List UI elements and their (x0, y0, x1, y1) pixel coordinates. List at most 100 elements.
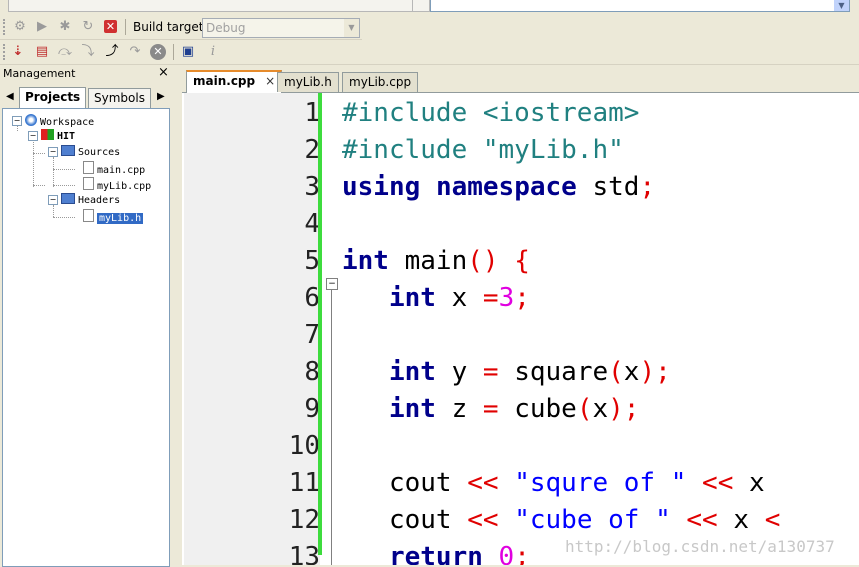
management-title: Management (3, 67, 76, 80)
build-target-value: Debug (206, 21, 246, 35)
code-token: << (702, 468, 734, 498)
code-line: cout << "cube of " << x < (342, 505, 781, 535)
tree-line (53, 169, 75, 170)
tree-node-label: myLib.cpp (97, 181, 152, 192)
code-editor[interactable]: 1 2 3 4 5 6 7 8 9 10 11 12 13 − #include… (182, 93, 859, 565)
line-number: 1 (304, 98, 320, 128)
code-token: = (482, 283, 499, 313)
line-number: 12 (288, 505, 320, 535)
top-dropdown-small[interactable] (412, 0, 430, 12)
build-toolbar: ⚙ ▶ ✱ ↻ ✕ Build target: Debug ▼ (0, 15, 362, 40)
tree-node-file-selected[interactable]: myLib.h (83, 209, 144, 225)
next-line-icon[interactable]: ⤼ (57, 44, 73, 60)
editor-tabs: main.cpp × myLib.h myLib.cpp (182, 70, 859, 94)
collapse-toggle[interactable]: − (28, 131, 38, 141)
chevron-down-icon[interactable]: ▼ (834, 0, 849, 11)
collapse-toggle[interactable]: − (12, 116, 22, 126)
tree-node-project[interactable]: HIT (41, 129, 75, 143)
folder-icon (61, 145, 75, 156)
project-tree: − Workspace − HIT − Sources main.cpp myL… (2, 108, 170, 567)
code-token: = (482, 394, 499, 424)
step-out-icon[interactable]: ⤴ (104, 44, 120, 60)
collapse-toggle[interactable]: − (48, 195, 58, 205)
line-number: 6 (304, 283, 320, 313)
chevron-down-icon[interactable]: ▼ (344, 19, 359, 37)
top-toolbar-strip: ▼ (0, 0, 859, 14)
file-icon (83, 161, 94, 174)
line-number: 11 (288, 468, 320, 498)
code-line: int z = cube(x); (388, 394, 640, 424)
change-bar (318, 93, 322, 555)
collapse-toggle[interactable]: − (48, 147, 58, 157)
line-number: 13 (288, 542, 320, 565)
top-scroll-field[interactable] (8, 0, 414, 12)
project-icon (41, 129, 54, 140)
top-dropdown-wide[interactable]: ▼ (430, 0, 850, 12)
build-gear-icon[interactable]: ⚙ (12, 19, 28, 35)
tab-main-cpp[interactable]: main.cpp × (186, 70, 283, 94)
build-target-label: Build target: (133, 20, 208, 34)
tree-line (53, 157, 54, 187)
line-number: 5 (304, 246, 320, 276)
line-number: 2 (304, 135, 320, 165)
code-line: int x =3; (388, 283, 530, 313)
close-icon[interactable]: × (158, 65, 169, 80)
rebuild-icon[interactable]: ↻ (80, 19, 96, 35)
code-line: cout << "squre of " << x (342, 468, 765, 498)
tab-symbols[interactable]: Symbols (88, 88, 151, 108)
code-line: int y = square(x); (388, 357, 671, 387)
tab-mylib-h[interactable]: myLib.h (277, 72, 339, 92)
code-token: int (388, 394, 436, 424)
abort-icon[interactable]: ✕ (104, 20, 117, 33)
code-token: () (467, 246, 499, 276)
run-icon[interactable]: ▶ (34, 19, 50, 35)
step-into-icon[interactable]: ⤵ (80, 44, 96, 60)
tab-mylib-cpp[interactable]: myLib.cpp (342, 72, 419, 92)
code-token: 0 (498, 542, 515, 565)
code-line: #include "myLib.h" (342, 132, 624, 169)
run-to-cursor-icon[interactable]: ▤ (34, 44, 50, 60)
code-token: ); (639, 357, 671, 387)
tree-line (53, 185, 75, 186)
line-number: 7 (304, 320, 320, 350)
tree-node-workspace[interactable]: Workspace (25, 114, 94, 129)
code-line: #include <iostream> (342, 95, 639, 132)
code-token: int (388, 283, 436, 313)
tree-line (33, 153, 45, 154)
tree-node-file[interactable]: main.cpp (83, 161, 145, 177)
line-number: 9 (304, 394, 320, 424)
code-token: ; (514, 542, 530, 565)
code-line: using namespace std; (342, 172, 656, 202)
editor-panel: main.cpp × myLib.h myLib.cpp 1 2 3 4 5 6 … (182, 70, 859, 565)
stop-debug-icon[interactable]: ✕ (150, 44, 166, 60)
management-tabs: ◀ Projects Symbols ▶ (2, 87, 170, 109)
code-token: << (686, 505, 718, 535)
build-target-select[interactable]: Debug ▼ (202, 18, 360, 38)
tree-node-headers[interactable]: Headers (61, 193, 120, 207)
chevron-right-icon[interactable]: ▶ (157, 91, 165, 102)
next-instruction-icon[interactable]: ↷ (127, 44, 143, 60)
fold-guide (331, 289, 332, 565)
line-number: 3 (304, 172, 320, 202)
tree-node-sources[interactable]: Sources (61, 145, 120, 159)
tree-node-file[interactable]: myLib.cpp (83, 177, 151, 193)
tab-label: main.cpp (193, 74, 256, 88)
fold-toggle-icon[interactable]: − (326, 278, 338, 290)
code-token: ( (608, 357, 624, 387)
toolbar-grip[interactable] (3, 19, 8, 35)
code-token: { (514, 246, 530, 276)
code-token: return (388, 542, 483, 565)
debug-windows-icon[interactable]: ▣ (180, 44, 196, 60)
tree-node-label: myLib.h (97, 213, 144, 224)
code-token: namespace (435, 172, 577, 202)
info-icon[interactable]: i (205, 44, 221, 60)
debug-start-icon[interactable]: ⇣ (10, 44, 26, 60)
close-icon[interactable]: × (265, 74, 275, 88)
chevron-left-icon[interactable]: ◀ (6, 91, 14, 102)
toolbar-grip[interactable] (3, 44, 8, 60)
tree-line (33, 185, 45, 186)
tree-line (33, 135, 34, 187)
tab-projects[interactable]: Projects (19, 87, 87, 109)
code-token: #include "myLib.h" (342, 135, 624, 165)
build-and-run-icon[interactable]: ✱ (57, 19, 73, 35)
